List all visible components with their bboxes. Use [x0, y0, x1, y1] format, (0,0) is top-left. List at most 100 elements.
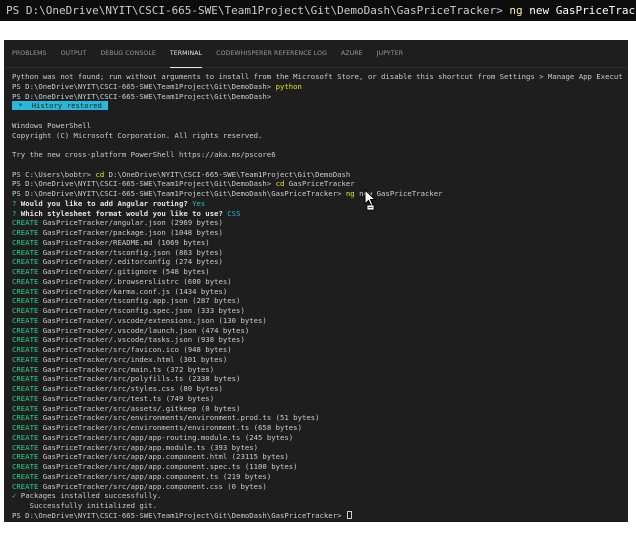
created-file-path: GasPriceTracker/README.md (1069 bytes)	[42, 237, 210, 247]
create-line: CREATE GasPriceTracker/src/favicon.ico (…	[12, 345, 622, 355]
tab-problems[interactable]: PROBLEMS	[12, 40, 47, 68]
copyright-text: Copyright (C) Microsoft Corporation. All…	[12, 130, 263, 140]
create-label: CREATE	[12, 315, 39, 325]
answer-text: Yes	[187, 198, 206, 208]
created-file-path: GasPriceTracker/src/app/app.component.ts…	[42, 471, 272, 481]
create-label: CREATE	[12, 364, 39, 374]
command-text: cd	[91, 169, 105, 179]
created-file-path: GasPriceTracker/src/main.ts (372 bytes)	[42, 364, 215, 374]
prompt: PS D:\OneDrive\NYIT\CSCI-665-SWE\Team1Pr…	[12, 91, 272, 101]
create-label: CREATE	[12, 325, 39, 335]
terminal-line: PS D:\OneDrive\NYIT\CSCI-665-SWE\Team1Pr…	[12, 510, 622, 521]
created-file-path: GasPriceTracker/src/app/app.component.ht…	[42, 452, 289, 462]
created-file-path: GasPriceTracker/.vscode/launch.json (474…	[42, 325, 250, 335]
create-line: CREATE GasPriceTracker/tsconfig.spec.jso…	[12, 306, 622, 316]
terminal-line: PS D:\OneDrive\NYIT\CSCI-665-SWE\Team1Pr…	[12, 92, 622, 102]
created-file-path: GasPriceTracker/src/styles.css (80 bytes…	[42, 384, 223, 393]
prompt: PS D:\OneDrive\NYIT\CSCI-665-SWE\Team1Pr…	[12, 189, 342, 198]
tab-azure[interactable]: AZURE	[341, 40, 363, 68]
created-file-path: GasPriceTracker/src/app/app.component.sp…	[42, 462, 298, 471]
created-file-path: GasPriceTracker/.browserslistrc (600 byt…	[42, 276, 232, 286]
history-restored-badge: * History restored	[12, 101, 109, 111]
create-line: CREATE GasPriceTracker/.vscode/tasks.jso…	[12, 335, 622, 345]
created-files-list: CREATE GasPriceTracker/angular.json (296…	[12, 218, 622, 491]
created-file-path: GasPriceTracker/src/app/app-routing.modu…	[42, 432, 294, 442]
terminal-output[interactable]: Python was not found; run without argume…	[12, 72, 622, 522]
question-text: Which stylesheet format would you like t…	[16, 208, 223, 218]
tab-output[interactable]: OUTPUT	[61, 40, 87, 68]
create-line: CREATE GasPriceTracker/src/environments/…	[12, 423, 622, 433]
create-line: CREATE GasPriceTracker/src/assets/.gitke…	[12, 404, 622, 414]
created-file-path: GasPriceTracker/tsconfig.app.json (287 b…	[42, 296, 241, 306]
created-file-path: GasPriceTracker/.vscode/tasks.json (938 …	[42, 335, 245, 345]
created-file-path: GasPriceTracker/package.json (1048 bytes…	[42, 228, 223, 237]
created-file-path: GasPriceTracker/src/test.ts (749 bytes)	[42, 393, 215, 403]
create-line: CREATE GasPriceTracker/src/app/app-routi…	[12, 433, 622, 443]
create-line: CREATE GasPriceTracker/.vscode/launch.js…	[12, 326, 622, 336]
create-label: CREATE	[12, 306, 39, 315]
create-line: CREATE GasPriceTracker/.editorconfig (27…	[12, 257, 622, 267]
create-line: CREATE GasPriceTracker/src/app/app.compo…	[12, 462, 622, 472]
created-file-path: GasPriceTracker/src/favicon.ico (948 byt…	[42, 345, 232, 354]
create-line: CREATE GasPriceTracker/.vscode/extension…	[12, 316, 622, 326]
command-text: python	[271, 81, 302, 91]
terminal-line: Try the new cross-platform PowerShell ht…	[12, 150, 622, 160]
create-label: CREATE	[12, 442, 39, 452]
try-new-text: Try the new cross-platform PowerShell ht…	[12, 150, 276, 159]
create-label: CREATE	[12, 247, 39, 257]
tab-jupyter[interactable]: JUPYTER	[377, 40, 403, 68]
create-line: CREATE GasPriceTracker/src/styles.css (8…	[12, 384, 622, 394]
command-arg: GasPriceTracker	[284, 179, 355, 189]
terminal-line: Python was not found; run without argume…	[12, 72, 622, 82]
create-line: CREATE GasPriceTracker/src/app/app.compo…	[12, 482, 622, 492]
terminal-line: ? Which stylesheet format would you like…	[12, 209, 622, 219]
create-line: CREATE GasPriceTracker/src/app/app.modul…	[12, 443, 622, 453]
terminal-line: Windows PowerShell	[12, 121, 622, 131]
tab-codewhisperer-reference-log[interactable]: CODEWHISPERER REFERENCE LOG	[216, 40, 327, 68]
create-label: CREATE	[12, 462, 39, 471]
create-label: CREATE	[12, 354, 39, 364]
created-file-path: GasPriceTracker/tsconfig.json (863 bytes…	[42, 247, 223, 257]
terminal-line: * History restored	[12, 101, 622, 111]
create-label: CREATE	[12, 276, 39, 286]
create-label: CREATE	[12, 384, 39, 393]
vscode-bottom-panel: PROBLEMS OUTPUT DEBUG CONSOLE TERMINAL C…	[4, 40, 628, 522]
create-label: CREATE	[12, 403, 39, 413]
create-line: CREATE GasPriceTracker/src/main.ts (372 …	[12, 365, 622, 375]
create-line: CREATE GasPriceTracker/tsconfig.json (86…	[12, 248, 622, 258]
create-label: CREATE	[12, 335, 39, 345]
create-label: CREATE	[12, 345, 39, 354]
command-arg: D:\OneDrive\NYIT\CSCI-665-SWE\Team1Proje…	[104, 169, 351, 179]
tab-terminal[interactable]: TERMINAL	[169, 40, 203, 68]
created-file-path: GasPriceTracker/.gitignore (548 bytes)	[42, 267, 210, 276]
tab-debug-console[interactable]: DEBUG CONSOLE	[100, 40, 155, 68]
question-text: Would you like to add Angular routing?	[16, 198, 188, 208]
created-file-path: GasPriceTracker/.vscode/extensions.json …	[42, 315, 267, 325]
create-line: CREATE GasPriceTracker/angular.json (296…	[12, 218, 622, 228]
mouse-pointer-icon	[364, 189, 377, 211]
create-line: CREATE GasPriceTracker/tsconfig.app.json…	[12, 296, 622, 306]
created-file-path: GasPriceTracker/src/environments/environ…	[42, 413, 320, 423]
create-line: CREATE GasPriceTracker/package.json (104…	[12, 228, 622, 238]
terminal-line: ? Would you like to add Angular routing?…	[12, 199, 622, 209]
prompt: PS D:\OneDrive\NYIT\CSCI-665-SWE\Team1Pr…	[12, 510, 342, 520]
terminal-line: Successfully initialized git.	[12, 501, 622, 511]
create-label: CREATE	[12, 423, 39, 432]
answer-text: CSS	[222, 208, 241, 218]
create-label: CREATE	[12, 237, 39, 247]
terminal-line: PS D:\OneDrive\NYIT\CSCI-665-SWE\Team1Pr…	[12, 82, 622, 92]
command-text: ng	[341, 189, 355, 198]
packages-installed-text: Packages installed successfully.	[16, 491, 162, 501]
command-text: cd	[271, 179, 285, 189]
top-command-line: PS D:\OneDrive\NYIT\CSCI-665-SWE\Team1Pr…	[0, 0, 636, 21]
create-label: CREATE	[12, 286, 39, 296]
terminal-line: PS C:\Users\bobtr> cd D:\OneDrive\NYIT\C…	[12, 170, 622, 180]
create-label: CREATE	[12, 432, 39, 442]
create-label: CREATE	[12, 452, 39, 462]
prompt: PS D:\OneDrive\NYIT\CSCI-665-SWE\Team1Pr…	[12, 179, 272, 189]
create-label: CREATE	[12, 218, 39, 228]
created-file-path: GasPriceTracker/src/polyfills.ts (2338 b…	[42, 374, 241, 384]
create-label: CREATE	[12, 267, 39, 276]
